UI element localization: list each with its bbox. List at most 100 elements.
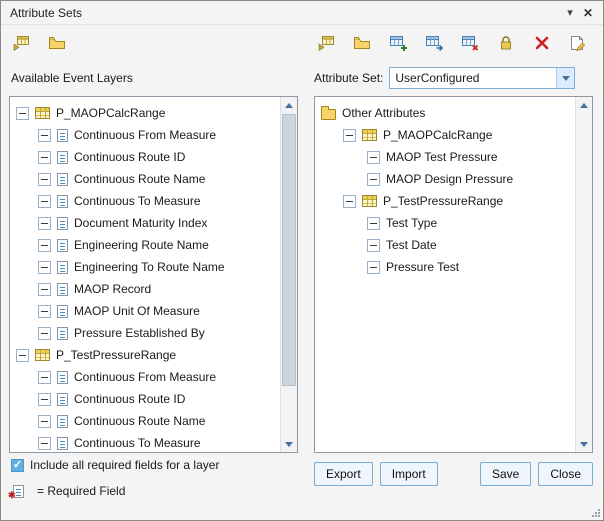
tree-label: P_MAOPCalcRange	[56, 106, 165, 120]
include-required-label: Include all required fields for a layer	[30, 458, 219, 472]
collapse-icon[interactable]	[38, 305, 51, 318]
tree-label: Continuous Route ID	[74, 392, 185, 406]
scroll-up-icon[interactable]	[281, 97, 297, 113]
titlebar[interactable]: Attribute Sets	[1, 1, 603, 25]
tree-row-field[interactable]: Pressure Established By	[10, 322, 280, 344]
scroll-down-icon[interactable]	[281, 436, 297, 452]
event-layer-icon	[362, 129, 377, 141]
required-field-text: = Required Field	[37, 484, 125, 498]
collapse-icon[interactable]	[38, 151, 51, 164]
right-scrollbar[interactable]	[575, 97, 592, 452]
collapse-icon[interactable]	[367, 173, 380, 186]
import-button[interactable]: Import	[380, 462, 438, 486]
collapse-icon[interactable]	[38, 261, 51, 274]
tree-label: P_TestPressureRange	[383, 194, 503, 208]
collapse-icon[interactable]	[38, 393, 51, 406]
collapse-icon[interactable]	[38, 371, 51, 384]
tree-row-field[interactable]: Continuous To Measure	[10, 432, 280, 452]
lock-attribute-set-icon[interactable]	[494, 31, 518, 55]
event-layer-icon	[362, 195, 377, 207]
tree-row-layer[interactable]: P_TestPressureRange	[315, 190, 575, 212]
collapse-icon[interactable]	[343, 129, 356, 142]
collapse-icon[interactable]	[38, 195, 51, 208]
collapse-icon[interactable]	[38, 283, 51, 296]
collapse-icon[interactable]	[367, 239, 380, 252]
tree-label: Test Type	[386, 216, 437, 230]
remove-attribute-icon[interactable]	[458, 31, 482, 55]
close-icon[interactable]	[579, 4, 597, 22]
open-event-layers-icon[interactable]	[45, 31, 69, 55]
tree-row-field[interactable]: Engineering Route Name	[10, 234, 280, 256]
include-required-checkbox[interactable]	[11, 459, 24, 472]
scroll-up-icon[interactable]	[576, 97, 592, 113]
tree-label: MAOP Unit Of Measure	[74, 304, 200, 318]
tree-row-field[interactable]: Continuous Route ID	[10, 388, 280, 410]
dropdown-button[interactable]	[556, 68, 574, 88]
add-event-layer-icon[interactable]	[9, 31, 33, 55]
collapse-icon[interactable]	[38, 217, 51, 230]
attribute-set-dropdown[interactable]: UserConfigured	[389, 67, 575, 89]
tree-row-field[interactable]: Continuous To Measure	[10, 190, 280, 212]
required-field-legend: = Required Field	[13, 484, 125, 498]
left-scrollbar[interactable]	[280, 97, 297, 452]
tree-row-field[interactable]: Pressure Test	[315, 256, 575, 278]
tree-row-field[interactable]: Continuous Route Name	[10, 168, 280, 190]
collapse-icon[interactable]	[38, 239, 51, 252]
tree-row-root[interactable]: Other Attributes	[315, 102, 575, 124]
tree-row-field[interactable]: Engineering To Route Name	[10, 256, 280, 278]
collapse-icon[interactable]	[343, 195, 356, 208]
tree-row-field[interactable]: Continuous Route ID	[10, 146, 280, 168]
tree-row-layer[interactable]: P_MAOPCalcRange	[10, 102, 280, 124]
tree-row-field[interactable]: Continuous From Measure	[10, 366, 280, 388]
save-button[interactable]: Save	[480, 462, 531, 486]
tree-label: Continuous Route ID	[74, 150, 185, 164]
tree-label: Engineering To Route Name	[74, 260, 225, 274]
tree-label: Pressure Test	[386, 260, 459, 274]
export-button[interactable]: Export	[314, 462, 373, 486]
chevron-down-icon	[562, 76, 570, 81]
tree-row-field[interactable]: Test Date	[315, 234, 575, 256]
tree-label: Continuous Route Name	[74, 172, 205, 186]
tree-row-field[interactable]: Continuous Route Name	[10, 410, 280, 432]
tree-row-field[interactable]: Test Type	[315, 212, 575, 234]
menu-caret-icon[interactable]	[561, 4, 579, 22]
attribute-sets-dialog: Attribute Sets	[0, 0, 604, 521]
add-attribute-icon[interactable]	[386, 31, 410, 55]
resize-grip[interactable]	[590, 507, 601, 518]
open-attribute-set-icon[interactable]	[350, 31, 374, 55]
collapse-icon[interactable]	[38, 129, 51, 142]
event-layer-icon	[35, 107, 50, 119]
tree-row-field[interactable]: MAOP Test Pressure	[315, 146, 575, 168]
tree-label: MAOP Test Pressure	[386, 150, 498, 164]
toolbar-left	[9, 31, 69, 55]
collapse-icon[interactable]	[38, 173, 51, 186]
collapse-icon[interactable]	[38, 415, 51, 428]
tree-label: Continuous Route Name	[74, 414, 205, 428]
scroll-thumb[interactable]	[282, 114, 296, 386]
collapse-icon[interactable]	[16, 349, 29, 362]
tree-row-field[interactable]: Document Maturity Index	[10, 212, 280, 234]
tree-row-field[interactable]: MAOP Design Pressure	[315, 168, 575, 190]
collapse-icon[interactable]	[16, 107, 29, 120]
include-required-fields-row[interactable]: Include all required fields for a layer	[11, 458, 219, 472]
collapse-icon[interactable]	[367, 217, 380, 230]
tree-row-layer[interactable]: P_MAOPCalcRange	[315, 124, 575, 146]
tree-row-field[interactable]: Continuous From Measure	[10, 124, 280, 146]
tree-label: P_MAOPCalcRange	[383, 128, 492, 142]
tree-label: Document Maturity Index	[74, 216, 207, 230]
edit-attribute-set-icon[interactable]	[566, 31, 590, 55]
collapse-icon[interactable]	[38, 327, 51, 340]
tree-label: Continuous To Measure	[74, 436, 201, 450]
apply-attribute-icon[interactable]	[422, 31, 446, 55]
field-icon	[57, 217, 68, 230]
tree-row-layer[interactable]: P_TestPressureRange	[10, 344, 280, 366]
tree-row-field[interactable]: MAOP Unit Of Measure	[10, 300, 280, 322]
scroll-down-icon[interactable]	[576, 436, 592, 452]
new-attribute-set-icon[interactable]	[314, 31, 338, 55]
collapse-icon[interactable]	[38, 437, 51, 450]
close-button[interactable]: Close	[538, 462, 593, 486]
collapse-icon[interactable]	[367, 151, 380, 164]
tree-row-field[interactable]: MAOP Record	[10, 278, 280, 300]
delete-attribute-set-icon[interactable]	[530, 31, 554, 55]
collapse-icon[interactable]	[367, 261, 380, 274]
